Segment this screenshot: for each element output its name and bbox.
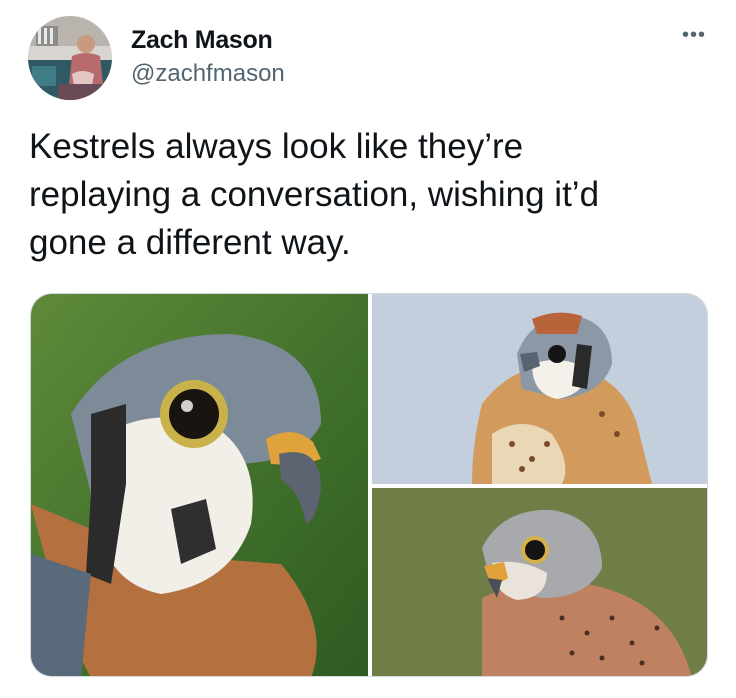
kestrel-closeup-image [31, 294, 368, 676]
tweet-text-line: replaying a conversation, wishing it’d [29, 175, 600, 214]
author-handle[interactable]: @zachfmason [131, 60, 285, 88]
tweet-photo-2[interactable] [372, 294, 707, 484]
more-horizontal-icon: ••• [681, 24, 706, 46]
tweet-text: Kestrels always look like they’re replay… [29, 123, 719, 267]
tweet-media-grid[interactable] [30, 293, 708, 677]
kestrel-sky-image [372, 294, 707, 484]
author-display-name[interactable]: Zach Mason [131, 26, 273, 55]
more-options-button[interactable]: ••• [682, 24, 706, 47]
tweet-photo-3[interactable] [372, 488, 707, 676]
author-avatar[interactable] [28, 16, 112, 100]
avatar-image [28, 16, 112, 100]
tweet-photo-1[interactable] [31, 294, 368, 676]
tweet-text-line: Kestrels always look like they’re [29, 127, 524, 166]
kestrel-green-background-image [372, 488, 707, 676]
tweet-text-line: gone a different way. [29, 223, 351, 262]
